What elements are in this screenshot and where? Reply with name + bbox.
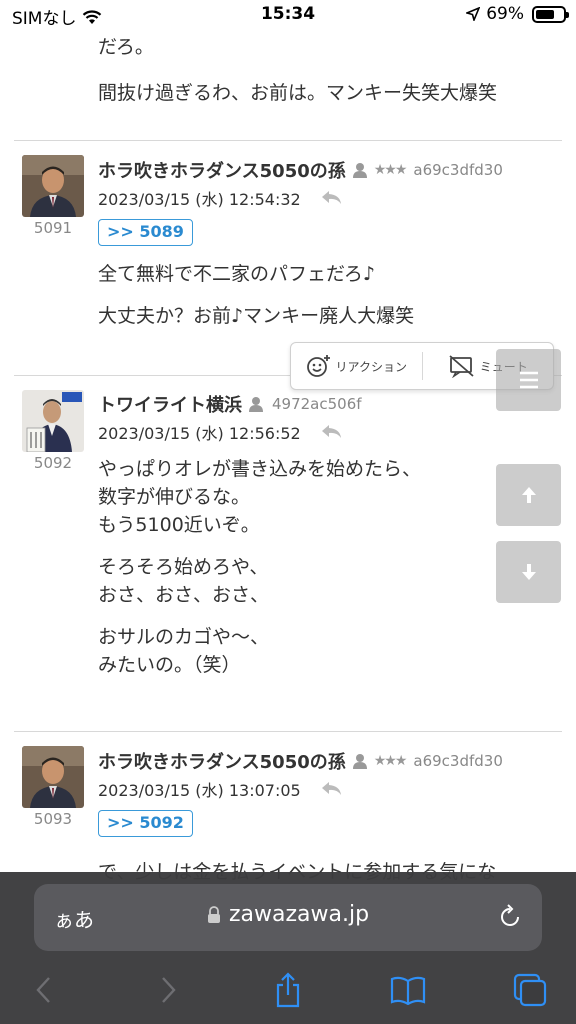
hamburger-icon <box>519 371 538 389</box>
status-right: 69% <box>466 4 569 24</box>
message-paragraph: おサルのカゴや〜、 みたいの。（笑） <box>98 623 558 679</box>
status-bar: SIMなし 15:34 69% <box>0 0 576 30</box>
arrow-up-icon <box>521 487 536 503</box>
tabs-button[interactable] <box>510 970 550 1010</box>
message-line: もう5100近いぞ。 <box>98 514 260 536</box>
reply-anchor-link[interactable]: >> 5089 <box>98 219 193 246</box>
browser-toolbar <box>0 970 576 1016</box>
message-line: 数字が伸びるな。 <box>98 486 251 508</box>
post-message: やっぱりオレが書き込みを始めたら、 数字が伸びるな。 もう5100近いぞ。 そろ… <box>98 455 558 679</box>
bookmarks-button[interactable] <box>388 970 428 1010</box>
user-icon <box>352 162 368 178</box>
rank-stars: ★★★ <box>373 162 408 178</box>
post-number: 5092 <box>33 454 73 472</box>
post-message: 全て無料で不二家のパフェだろ♪ 大丈夫か？お前♪マンキー廃人大爆笑 <box>98 260 558 330</box>
poster-id: a69c3dfd30 <box>413 752 503 770</box>
poster-name[interactable]: ホラ吹きホラダンス5050の孫 <box>98 157 346 183</box>
share-button[interactable] <box>268 970 308 1010</box>
avatar[interactable] <box>22 155 84 217</box>
post-body: ホラ吹きホラダンス5050の孫 ★★★ a69c3dfd30 2023/03/1… <box>98 157 558 344</box>
user-icon <box>248 396 264 412</box>
reply-icon[interactable] <box>321 189 343 207</box>
post-number: 5091 <box>33 219 73 237</box>
post-meta: 2023/03/15 (水) 12:54:32 <box>98 183 558 213</box>
message-paragraph: 全て無料で不二家のパフェだろ♪ <box>98 263 375 285</box>
poster-name[interactable]: トワイライト横浜 <box>98 391 242 417</box>
location-arrow-icon <box>466 7 481 21</box>
message-paragraph: やっぱりオレが書き込みを始めたら、 数字が伸びるな。 もう5100近いぞ。 <box>98 455 558 539</box>
post-date: 2023/03/15 (水) 13:07:05 <box>98 781 301 800</box>
user-icon <box>352 753 368 769</box>
mute-icon <box>449 355 474 378</box>
post-5092: 5092 トワイライト横浜 4972ac506f 2023/03/15 (水) … <box>14 375 562 731</box>
lock-icon <box>207 905 220 923</box>
scroll-up-button[interactable] <box>496 464 561 526</box>
post-header: ホラ吹きホラダンス5050の孫 ★★★ a69c3dfd30 <box>98 748 558 774</box>
rank-stars: ★★★ <box>373 753 408 769</box>
url-display[interactable]: zawazawa.jp <box>34 902 542 927</box>
reply-icon[interactable] <box>321 780 343 798</box>
post-5091: 5091 ホラ吹きホラダンス5050の孫 ★★★ a69c3dfd30 2023… <box>14 140 562 376</box>
chevron-left-icon <box>36 977 50 1003</box>
post-date: 2023/03/15 (水) 12:54:32 <box>98 190 301 209</box>
reply-icon[interactable] <box>321 423 343 441</box>
post-5093: 5093 ホラ吹きホラダンス5050の孫 ★★★ a69c3dfd30 2023… <box>14 731 562 872</box>
smiley-plus-icon <box>306 355 330 377</box>
browser-bottom-bar: ぁあ zawazawa.jp <box>0 872 576 1024</box>
avatar[interactable] <box>22 746 84 808</box>
reaction-button[interactable]: リアクション <box>291 343 422 389</box>
poster-id: 4972ac506f <box>272 395 362 413</box>
poster-name[interactable]: ホラ吹きホラダンス5050の孫 <box>98 748 346 774</box>
post-header: ホラ吹きホラダンス5050の孫 ★★★ a69c3dfd30 <box>98 157 558 183</box>
post-header: トワイライト横浜 4972ac506f <box>98 391 558 417</box>
arrow-down-icon <box>521 564 536 580</box>
post-body: トワイライト横浜 4972ac506f 2023/03/15 (水) 12:56… <box>98 391 558 693</box>
back-button[interactable] <box>24 970 64 1010</box>
message-line: やっぱりオレが書き込みを始めたら、 <box>98 458 422 480</box>
tabs-icon <box>513 973 547 1007</box>
message-paragraph: そろそろ始めろや、 おさ、おさ、おさ、 <box>98 553 558 609</box>
forward-button[interactable] <box>148 970 188 1010</box>
avatar[interactable] <box>22 390 84 452</box>
previous-post-fragment: だろ。 間抜け過ぎるわ、お前は。マンキー失笑大爆笑 <box>98 33 497 107</box>
post-number: 5093 <box>33 810 73 828</box>
fragment-line-1: だろ。 <box>98 36 154 58</box>
address-bar[interactable]: ぁあ zawazawa.jp <box>34 884 542 951</box>
chevron-right-icon <box>162 977 176 1003</box>
url-text: zawazawa.jp <box>228 902 370 927</box>
book-icon <box>390 976 426 1005</box>
message-line: おさ、おさ、おさ、 <box>98 584 270 606</box>
post-body: ホラ吹きホラダンス5050の孫 ★★★ a69c3dfd30 2023/03/1… <box>98 748 558 837</box>
message-paragraph: 大丈夫か？お前♪マンキー廃人大爆笑 <box>98 305 415 327</box>
reload-icon[interactable] <box>496 903 524 931</box>
message-line: みたいの。（笑） <box>98 654 241 676</box>
scroll-down-button[interactable] <box>496 541 561 603</box>
share-icon <box>276 972 300 1008</box>
poster-id: a69c3dfd30 <box>413 161 503 179</box>
battery-fill <box>536 9 554 19</box>
reaction-label: リアクション <box>335 359 407 374</box>
post-date: 2023/03/15 (水) 12:56:52 <box>98 424 301 443</box>
fragment-line-2: 間抜け過ぎるわ、お前は。マンキー失笑大爆笑 <box>98 82 498 104</box>
reply-anchor-link[interactable]: >> 5092 <box>98 810 193 837</box>
post-meta: 2023/03/15 (水) 12:56:52 <box>98 417 558 447</box>
battery-percent: 69% <box>486 4 524 24</box>
post-meta: 2023/03/15 (水) 13:07:05 <box>98 774 558 804</box>
message-line: そろそろ始めろや、 <box>98 556 269 578</box>
battery-icon <box>532 5 569 23</box>
menu-button[interactable] <box>496 349 561 411</box>
message-line: おサルのカゴや〜、 <box>98 626 270 648</box>
